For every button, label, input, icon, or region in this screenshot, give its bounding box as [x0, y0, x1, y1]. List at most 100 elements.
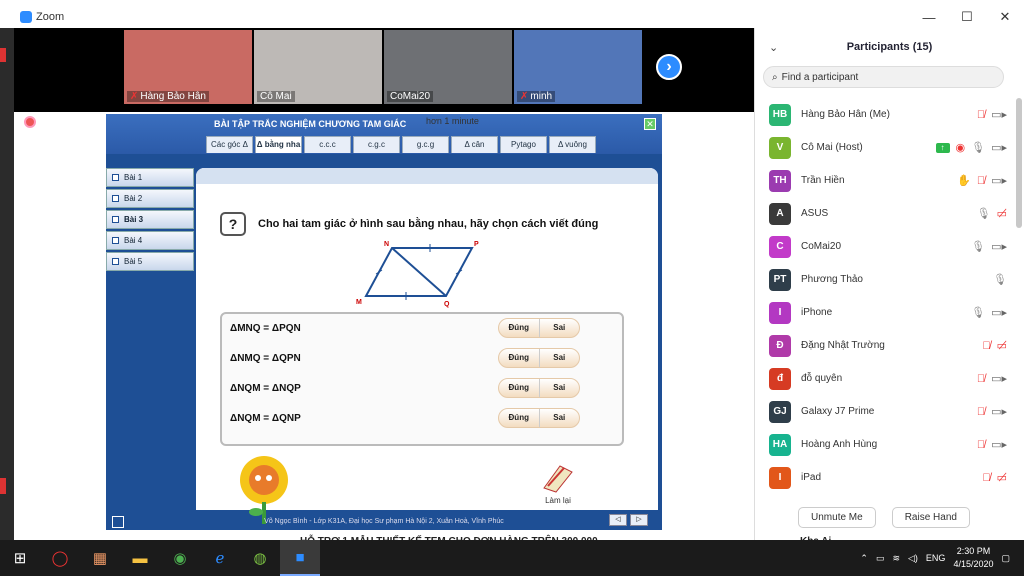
video-strip: ✗ Hàng Bảo Hân Cô Mai CoMai20 ✗ minh › [14, 28, 754, 112]
time-badge: hơn 1 minute [426, 116, 479, 126]
camera-icon[interactable]: ▭▸ [991, 141, 1007, 154]
zoom-app[interactable]: ■ [280, 540, 320, 576]
true-button[interactable]: Đúng [499, 379, 540, 397]
answer-toggle: Đúng Sai [498, 378, 580, 398]
clock-date: 4/15/2020 [953, 559, 994, 569]
mic-icon[interactable]: 🎙 [977, 207, 991, 220]
camera-icon[interactable]: ▭▸ [991, 174, 1007, 187]
tab-can[interactable]: Δ cân [451, 136, 498, 153]
tray-chevron-icon[interactable]: ⌃ [860, 553, 868, 564]
next-page-button[interactable]: ▷ [630, 514, 648, 526]
vertex-label-p: P [474, 241, 479, 248]
tab-vuong[interactable]: Δ vuông [549, 136, 596, 153]
mic-muted-icon[interactable]: 🎙̸ [977, 175, 985, 187]
language-indicator[interactable]: ENG [926, 553, 946, 563]
answer-row: ΔMNQ = ΔPQN Đúng Sai [230, 318, 590, 338]
true-button[interactable]: Đúng [499, 409, 540, 427]
mic-icon[interactable]: 🎙 [993, 273, 1007, 286]
edge-app[interactable]: ℯ [200, 540, 240, 576]
minimize-button[interactable]: — [910, 6, 948, 28]
raise-hand-button[interactable]: Raise Hand [891, 507, 970, 528]
participant-row[interactable]: A ASUS 🎙 ▭̸ [755, 197, 1013, 230]
camera-off-icon[interactable]: ▭̸ [997, 339, 1007, 352]
video-tile[interactable]: Cô Mai [254, 30, 382, 104]
participant-row[interactable]: V Cô Mai (Host) ↑ ◉ 🎙 ▭▸ [755, 131, 1013, 164]
paint-app[interactable]: ▦ [80, 540, 120, 576]
participant-search[interactable]: ⌕ Find a participant [763, 66, 1004, 88]
false-button[interactable]: Sai [540, 409, 580, 427]
redo-label: Làm lại [545, 496, 571, 505]
tab-cgc[interactable]: c.g.c [353, 136, 400, 153]
video-tile[interactable]: ✗ Hàng Bảo Hân [124, 30, 252, 104]
camera-off-icon[interactable]: ▭̸ [997, 207, 1007, 220]
camera-icon[interactable]: ▭▸ [991, 108, 1007, 121]
tab-gcg[interactable]: g.c.g [402, 136, 449, 153]
green-app[interactable]: ◍ [240, 540, 280, 576]
participant-row[interactable]: GJ Galaxy J7 Prime 🎙̸ ▭▸ [755, 395, 1013, 428]
mic-icon[interactable]: 🎙 [971, 141, 985, 154]
mic-muted-icon[interactable]: 🎙̸ [982, 472, 990, 484]
mic-muted-icon[interactable]: 🎙̸ [982, 340, 990, 352]
participants-panel: ⌄ Participants (15) ⌕ Find a participant… [754, 28, 1024, 540]
tab-ccc[interactable]: c.c.c [304, 136, 351, 153]
chrome-app[interactable]: ◉ [160, 540, 200, 576]
redo-button[interactable]: Làm lại [540, 462, 576, 505]
camera-icon[interactable]: ▭▸ [991, 372, 1007, 385]
search-input[interactable]: Find a participant [782, 72, 859, 83]
tab-cac-goc[interactable]: Các góc Δ [206, 136, 253, 153]
camera-icon[interactable]: ▭▸ [991, 306, 1007, 319]
volume-icon[interactable]: ◁) [908, 553, 918, 564]
unmute-me-button[interactable]: Unmute Me [798, 507, 876, 528]
prev-page-button[interactable]: ◁ [609, 514, 627, 526]
participant-row[interactable]: PT Phương Thảo 🎙 [755, 263, 1013, 296]
wifi-icon[interactable]: ≋ [892, 553, 900, 564]
participant-row[interactable]: đ đỗ quyên 🎙̸ ▭▸ [755, 362, 1013, 395]
question-text: Cho hai tam giác ở hình sau bằng nhau, h… [258, 218, 599, 230]
camera-off-icon[interactable]: ▭̸ [997, 471, 1007, 484]
participant-row[interactable]: I iPad 🎙̸ ▭̸ [755, 461, 1013, 494]
lesson-item[interactable]: Bài 4 [106, 231, 194, 250]
answer-row: ΔNMQ = ΔQPN Đúng Sai [230, 348, 590, 368]
camera-icon[interactable]: ▭▸ [991, 438, 1007, 451]
camera-icon[interactable]: ▭▸ [991, 405, 1007, 418]
participant-row[interactable]: TH Trần Hiền ✋ 🎙̸ ▭▸ [755, 164, 1013, 197]
next-videos-button[interactable]: › [656, 54, 682, 80]
start-button[interactable]: ⊞ [0, 540, 40, 576]
opera-app[interactable]: ◯ [40, 540, 80, 576]
false-button[interactable]: Sai [540, 349, 580, 367]
app-close-button[interactable]: ✕ [644, 118, 656, 130]
close-button[interactable]: ✕ [986, 6, 1024, 28]
mic-muted-icon[interactable]: 🎙̸ [977, 406, 985, 418]
mic-icon[interactable]: 🎙 [971, 240, 985, 253]
mic-muted-icon[interactable]: 🎙̸ [977, 109, 985, 121]
mic-icon[interactable]: 🎙 [971, 306, 985, 319]
collapse-chevron-icon[interactable]: ⌄ [769, 41, 778, 54]
camera-icon[interactable]: ▭▸ [991, 240, 1007, 253]
notification-icon[interactable]: ▢ [1001, 553, 1010, 564]
vertex-label-m: M [356, 299, 362, 306]
lesson-item[interactable]: Bài 5 [106, 252, 194, 271]
true-button[interactable]: Đúng [499, 349, 540, 367]
lesson-item[interactable]: Bài 3 [106, 210, 194, 229]
video-tile[interactable]: ✗ minh [514, 30, 642, 104]
video-tile[interactable]: CoMai20 [384, 30, 512, 104]
tab-pytago[interactable]: Pytago [500, 136, 547, 153]
participant-row[interactable]: C CoMai20 🎙 ▭▸ [755, 230, 1013, 263]
mic-muted-icon[interactable]: 🎙̸ [977, 373, 985, 385]
file-explorer-app[interactable]: ▬ [120, 540, 160, 576]
clock[interactable]: 2:30 PM 4/15/2020 [953, 545, 993, 571]
participant-row[interactable]: HB Hàng Bảo Hân (Me) 🎙̸ ▭▸ [755, 98, 1013, 131]
participant-scrollbar[interactable] [1016, 98, 1022, 228]
maximize-button[interactable]: ☐ [948, 6, 986, 28]
true-button[interactable]: Đúng [499, 319, 540, 337]
battery-icon[interactable]: ▭ [876, 553, 885, 564]
lesson-item[interactable]: Bài 1 [106, 168, 194, 187]
false-button[interactable]: Sai [540, 319, 580, 337]
participant-row[interactable]: HA Hoàng Anh Hùng 🎙̸ ▭▸ [755, 428, 1013, 461]
tab-bang-nhau[interactable]: Δ bằng nha [255, 136, 302, 153]
mic-muted-icon[interactable]: 🎙̸ [977, 439, 985, 451]
participant-row[interactable]: Đ Đặng Nhật Trường 🎙̸ ▭̸ [755, 329, 1013, 362]
lesson-item[interactable]: Bài 2 [106, 189, 194, 208]
participant-row[interactable]: I iPhone 🎙 ▭▸ [755, 296, 1013, 329]
false-button[interactable]: Sai [540, 379, 580, 397]
